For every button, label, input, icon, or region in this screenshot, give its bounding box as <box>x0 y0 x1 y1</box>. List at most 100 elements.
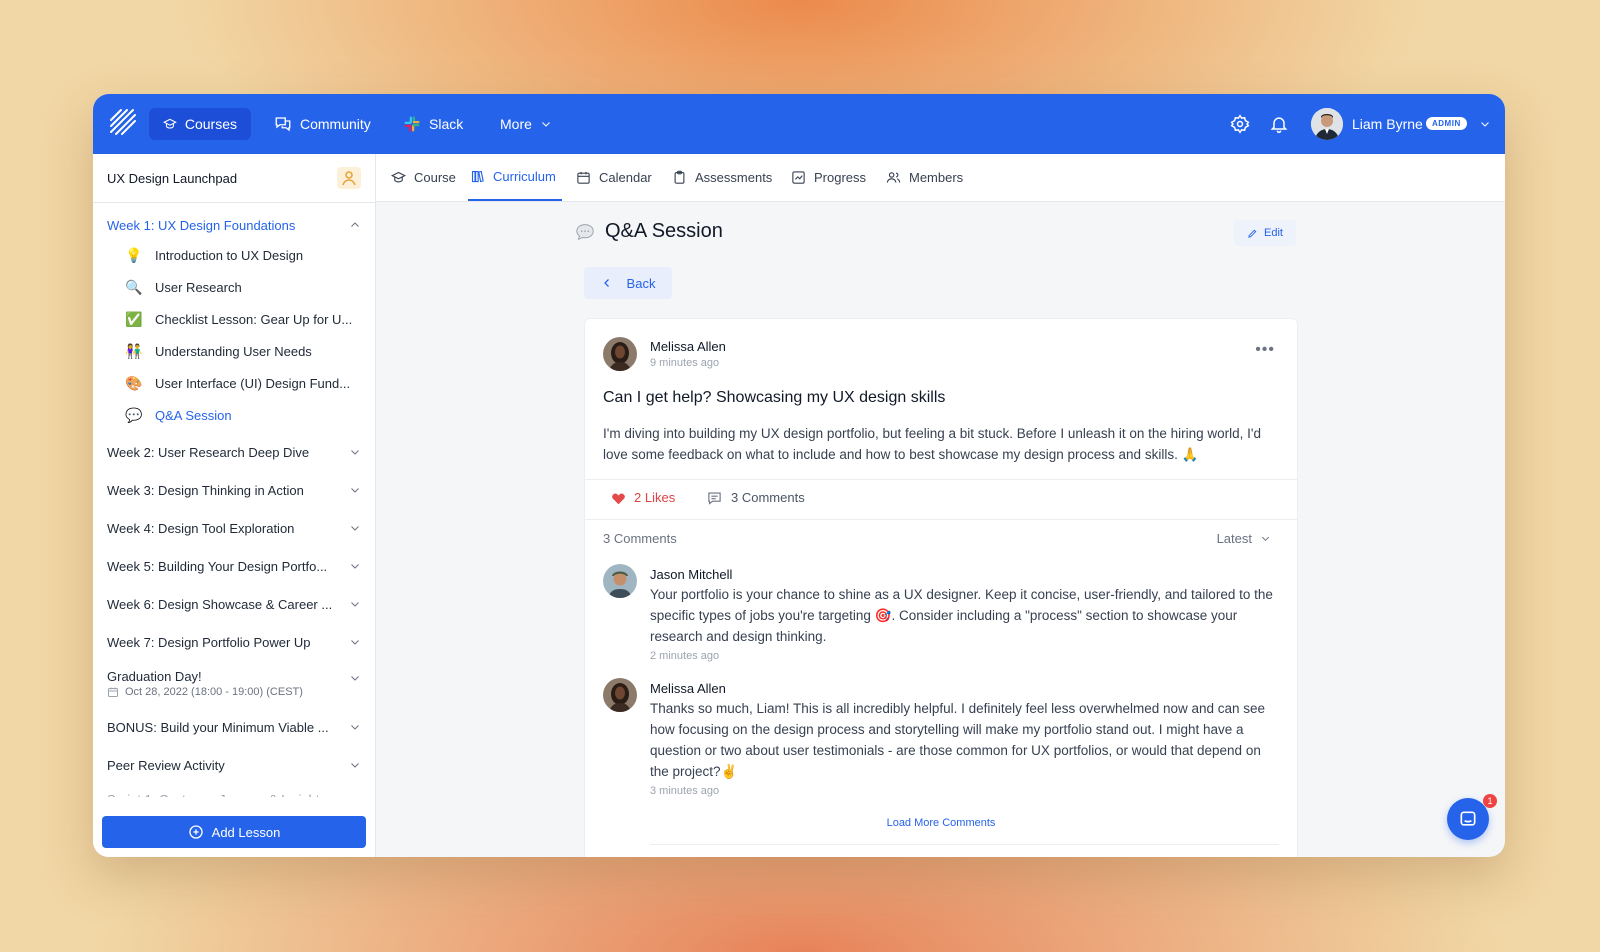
tab-progress-label: Progress <box>814 170 867 185</box>
week-item[interactable]: Week 3: Design Thinking in Action <box>107 483 304 498</box>
divider <box>650 844 1279 845</box>
tab-course-label: Course <box>414 170 456 185</box>
comment-author-name[interactable]: Jason Mitchell <box>650 567 732 582</box>
tab-assessments-label: Assessments <box>695 170 773 185</box>
page-title-text: Q&A Session <box>605 220 723 242</box>
nav-more[interactable]: More <box>486 108 566 140</box>
comments-label: 3 Comments <box>731 490 805 505</box>
chat-icon <box>1460 811 1476 826</box>
chevron-down-icon[interactable] <box>349 484 361 496</box>
lesson-item[interactable]: 👫 Understanding User Needs <box>125 341 312 361</box>
comment-author-name[interactable]: Melissa Allen <box>650 681 726 696</box>
lesson-item[interactable]: 🔍 User Research <box>125 277 241 297</box>
course-sidebar: UX Design Launchpad Week 1: UX Design Fo… <box>93 154 376 857</box>
peer-review-item[interactable]: Peer Review Activity <box>107 758 225 773</box>
chevron-down-icon[interactable] <box>349 672 361 684</box>
tab-course[interactable]: Course <box>391 154 456 201</box>
week-item[interactable]: Week 2: User Research Deep Dive <box>107 445 309 460</box>
user-avatar[interactable] <box>1311 108 1343 140</box>
comment-text: Thanks so much, Liam! This is all incred… <box>650 701 1266 779</box>
comment-text: Your portfolio is your chance to shine a… <box>650 587 1273 644</box>
chevron-down-icon <box>1261 536 1270 541</box>
graduation-date: Oct 28, 2022 (18:00 - 19:00) (CEST) <box>107 686 303 698</box>
week-1-title[interactable]: Week 1: UX Design Foundations <box>107 218 295 233</box>
top-navigation-bar: Courses Community Slack More Liam Byrne … <box>93 94 1505 154</box>
week-item[interactable]: Week 4: Design Tool Exploration <box>107 521 294 536</box>
week-item[interactable]: Week 6: Design Showcase & Career ... <box>107 597 332 612</box>
nav-community[interactable]: Community <box>260 108 385 140</box>
chevron-down-icon[interactable] <box>349 721 361 733</box>
graduation-cap-icon <box>391 171 406 183</box>
chevron-down-icon <box>542 122 550 127</box>
speech-bubble-icon <box>576 223 594 240</box>
post-body: I'm diving into building my UX design po… <box>603 426 1262 462</box>
comments-button[interactable]: 3 Comments <box>707 490 805 505</box>
app-window: Courses Community Slack More Liam Byrne … <box>93 94 1505 857</box>
bonus-item[interactable]: BONUS: Build your Minimum Viable ... <box>107 720 329 735</box>
lesson-item-active[interactable]: 💬 Q&A Session <box>125 405 231 425</box>
chevron-down-icon[interactable] <box>349 446 361 458</box>
edit-button[interactable]: Edit <box>1234 220 1296 246</box>
tab-calendar-label: Calendar <box>599 170 652 185</box>
back-button[interactable]: Back <box>584 267 672 299</box>
post-author-name[interactable]: Melissa Allen <box>650 339 726 354</box>
nav-courses[interactable]: Courses <box>149 108 251 140</box>
likes-label: 2 Likes <box>634 490 676 505</box>
magnifier-icon: 🔍 <box>125 278 143 295</box>
slack-icon <box>404 116 420 132</box>
comment-author-avatar[interactable] <box>603 678 637 712</box>
graduation-day-item[interactable]: Graduation Day! <box>107 669 202 684</box>
tab-curriculum[interactable]: Curriculum <box>468 154 562 201</box>
add-lesson-button[interactable]: Add Lesson <box>102 816 366 848</box>
chevron-down-icon[interactable] <box>349 598 361 610</box>
chevron-down-icon[interactable] <box>349 522 361 534</box>
tab-progress[interactable]: Progress <box>791 154 866 201</box>
nav-community-label: Community <box>300 116 371 132</box>
more-options-icon[interactable]: ••• <box>1255 341 1275 359</box>
week-item[interactable]: Week 5: Building Your Design Portfo... <box>107 559 327 574</box>
tab-members-label: Members <box>909 170 964 185</box>
chat-support-button[interactable] <box>1447 798 1489 840</box>
tab-calendar[interactable]: Calendar <box>576 154 652 201</box>
settings-gear-icon[interactable] <box>1230 114 1250 134</box>
chevron-down-icon[interactable] <box>1479 118 1491 130</box>
user-name[interactable]: Liam Byrne <box>1352 116 1423 132</box>
chevron-left-icon <box>603 279 609 287</box>
bell-icon[interactable] <box>1269 114 1289 134</box>
lesson-item[interactable]: 🎨 User Interface (UI) Design Fund... <box>125 373 350 393</box>
avatar-image <box>603 678 637 712</box>
chevron-down-icon[interactable] <box>349 759 361 771</box>
pencil-icon <box>1248 229 1257 238</box>
clipboard-icon <box>674 170 685 184</box>
graduation-date-text: Oct 28, 2022 (18:00 - 19:00) (CEST) <box>125 686 303 698</box>
comments-header: 3 Comments <box>603 531 677 546</box>
course-tabs: Course Curriculum Calendar Assessments P… <box>376 154 1505 202</box>
comment-author-avatar[interactable] <box>603 564 637 598</box>
sort-dropdown[interactable]: Latest <box>1217 531 1271 546</box>
people-icon: 👫 <box>125 342 143 359</box>
checkmark-icon: ✅ <box>125 310 143 327</box>
lesson-item[interactable]: ✅ Checklist Lesson: Gear Up for U... <box>125 309 352 329</box>
tab-assessments[interactable]: Assessments <box>672 154 772 201</box>
tab-members[interactable]: Members <box>886 154 963 201</box>
back-label: Back <box>626 275 656 291</box>
discussion-post-card: Melissa Allen 9 minutes ago ••• Can I ge… <box>584 318 1298 857</box>
chevron-up-icon[interactable] <box>349 219 361 231</box>
post-author-avatar[interactable] <box>603 337 637 371</box>
week-item[interactable]: Week 7: Design Portfolio Power Up <box>107 635 311 650</box>
page-title: Q&A Session <box>575 220 723 243</box>
calendar-icon <box>108 687 118 697</box>
app-logo-icon[interactable] <box>109 108 137 136</box>
chevron-down-icon[interactable] <box>349 636 361 648</box>
like-button[interactable]: 2 Likes <box>611 490 675 505</box>
course-title: UX Design Launchpad <box>107 171 238 186</box>
load-more-comments-link[interactable]: Load More Comments <box>585 817 1297 829</box>
course-members-button[interactable] <box>337 167 361 189</box>
avatar-image <box>603 337 637 371</box>
load-more-label: Load More Comments <box>886 817 996 829</box>
nav-slack[interactable]: Slack <box>389 108 477 140</box>
chevron-down-icon[interactable] <box>349 560 361 572</box>
comment-time: 3 minutes ago <box>650 785 720 797</box>
chart-icon <box>792 171 805 184</box>
lesson-item[interactable]: 💡 Introduction to UX Design <box>125 245 303 265</box>
